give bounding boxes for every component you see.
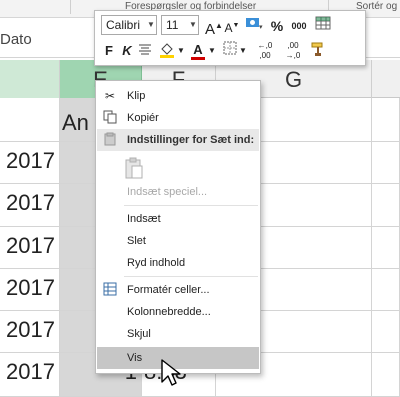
menu-item-insert[interactable]: Indsæt <box>97 208 259 230</box>
shrink-font-icon[interactable]: A▼ <box>224 16 240 36</box>
font-color-letter: A <box>193 42 203 57</box>
paste-icon <box>102 132 118 148</box>
menu-item-unhide-label: Vis <box>127 352 143 364</box>
increase-decimal-icon[interactable]: ←,0 ,00 <box>252 41 278 61</box>
font-color-icon[interactable]: A <box>189 40 207 60</box>
menu-item-format-cells-label: Formatér celler... <box>127 284 210 296</box>
menu-item-format-cells[interactable]: Formatér celler... <box>97 279 259 301</box>
menu-item-delete[interactable]: Slet <box>97 230 259 252</box>
menu-item-cut-label: Klip <box>127 90 146 102</box>
chevron-down-icon[interactable]: ▼ <box>239 41 247 61</box>
cell[interactable] <box>372 269 400 311</box>
bold-button[interactable]: F <box>101 41 117 61</box>
mouse-pointer-icon <box>161 359 181 386</box>
menu-item-clear-contents[interactable]: Ryd indhold <box>97 252 259 274</box>
scissors-icon: ✂ <box>104 89 116 103</box>
cell-date[interactable]: 2017 <box>0 269 60 311</box>
accounting-format-icon[interactable]: ▾ <box>244 16 266 36</box>
menu-item-column-width[interactable]: Kolonnebredde... <box>97 301 259 323</box>
font-color-swatch <box>191 57 205 60</box>
mini-toolbar: Calibri ▼ 11 ▼ A▲ A▼ ▾ % 000 F K ▼ A ▼ ▼… <box>94 10 366 66</box>
shrink-font-label: A <box>224 21 233 35</box>
font-name-box[interactable]: Calibri ▼ <box>101 15 157 35</box>
format-cells-icon <box>102 282 118 298</box>
comma-style-icon[interactable]: 000 <box>288 16 310 36</box>
cell-date[interactable]: 2017 <box>0 311 60 353</box>
chevron-down-icon[interactable]: ▼ <box>188 16 198 34</box>
formula-bar-text: Dato <box>0 31 32 48</box>
copy-icon <box>102 110 118 126</box>
borders-icon[interactable] <box>221 41 239 61</box>
menu-item-cut[interactable]: ✂ Klip <box>97 85 259 107</box>
cell-date[interactable]: 2017 <box>0 353 60 397</box>
menu-item-copy-label: Kopiér <box>127 112 159 124</box>
fill-color-icon[interactable] <box>157 41 177 61</box>
font-name-value: Calibri <box>106 18 141 32</box>
menu-item-column-width-label: Kolonnebredde... <box>127 306 211 318</box>
italic-button[interactable]: K <box>119 41 135 61</box>
cell[interactable] <box>372 311 400 353</box>
cell[interactable] <box>372 353 400 397</box>
chevron-down-icon[interactable]: ▼ <box>146 16 156 34</box>
paste-option-icon[interactable] <box>124 156 144 180</box>
percent-style-icon[interactable]: % <box>269 16 285 36</box>
align-center-icon[interactable] <box>137 41 153 61</box>
menu-item-paste-special[interactable]: Indsæt speciel... <box>97 181 259 203</box>
menu-item-insert-label: Indsæt <box>127 213 161 225</box>
menu-item-copy[interactable]: Kopiér <box>97 107 259 129</box>
cell[interactable] <box>372 184 400 227</box>
format-table-icon[interactable] <box>313 16 333 36</box>
decrease-decimal-icon[interactable]: ,00 →,0 <box>280 41 306 61</box>
menu-item-delete-label: Slet <box>127 235 146 247</box>
chevron-down-icon[interactable]: ▼ <box>208 41 216 61</box>
cell[interactable] <box>0 98 60 142</box>
menu-item-hide-label: Skjul <box>127 328 151 340</box>
column-header-d[interactable] <box>0 60 60 98</box>
cell[interactable] <box>372 227 400 269</box>
cell-date[interactable]: 2017 <box>0 142 60 184</box>
chevron-down-icon[interactable]: ▼ <box>177 41 185 61</box>
menu-item-hide[interactable]: Skjul <box>97 323 259 345</box>
font-size-value: 11 <box>166 18 179 32</box>
cell[interactable] <box>372 98 400 142</box>
context-menu: ✂ Klip Kopiér Indstillinger for Sæt ind:… <box>95 80 261 374</box>
cell-date[interactable]: 2017 <box>0 184 60 227</box>
column-header-g-label: G <box>284 67 303 92</box>
menu-item-paste-special-label: Indsæt speciel... <box>127 186 208 198</box>
column-header-h[interactable] <box>372 60 400 98</box>
font-size-box[interactable]: 11 ▼ <box>161 15 199 35</box>
format-painter-icon[interactable] <box>309 41 327 61</box>
grow-font-label: A <box>205 21 216 38</box>
menu-separator <box>124 205 258 206</box>
paste-options-header: Indstillinger for Sæt ind: <box>97 129 259 151</box>
menu-separator <box>124 276 258 277</box>
cell[interactable] <box>372 142 400 184</box>
ribbon-separator <box>70 0 71 14</box>
svg-text:▾: ▾ <box>259 24 263 30</box>
grow-font-icon[interactable]: A▲ <box>205 16 223 38</box>
menu-item-clear-contents-label: Ryd indhold <box>127 257 186 269</box>
cell-date[interactable]: 2017 <box>0 227 60 269</box>
paste-options-header-label: Indstillinger for Sæt ind: <box>127 134 255 146</box>
